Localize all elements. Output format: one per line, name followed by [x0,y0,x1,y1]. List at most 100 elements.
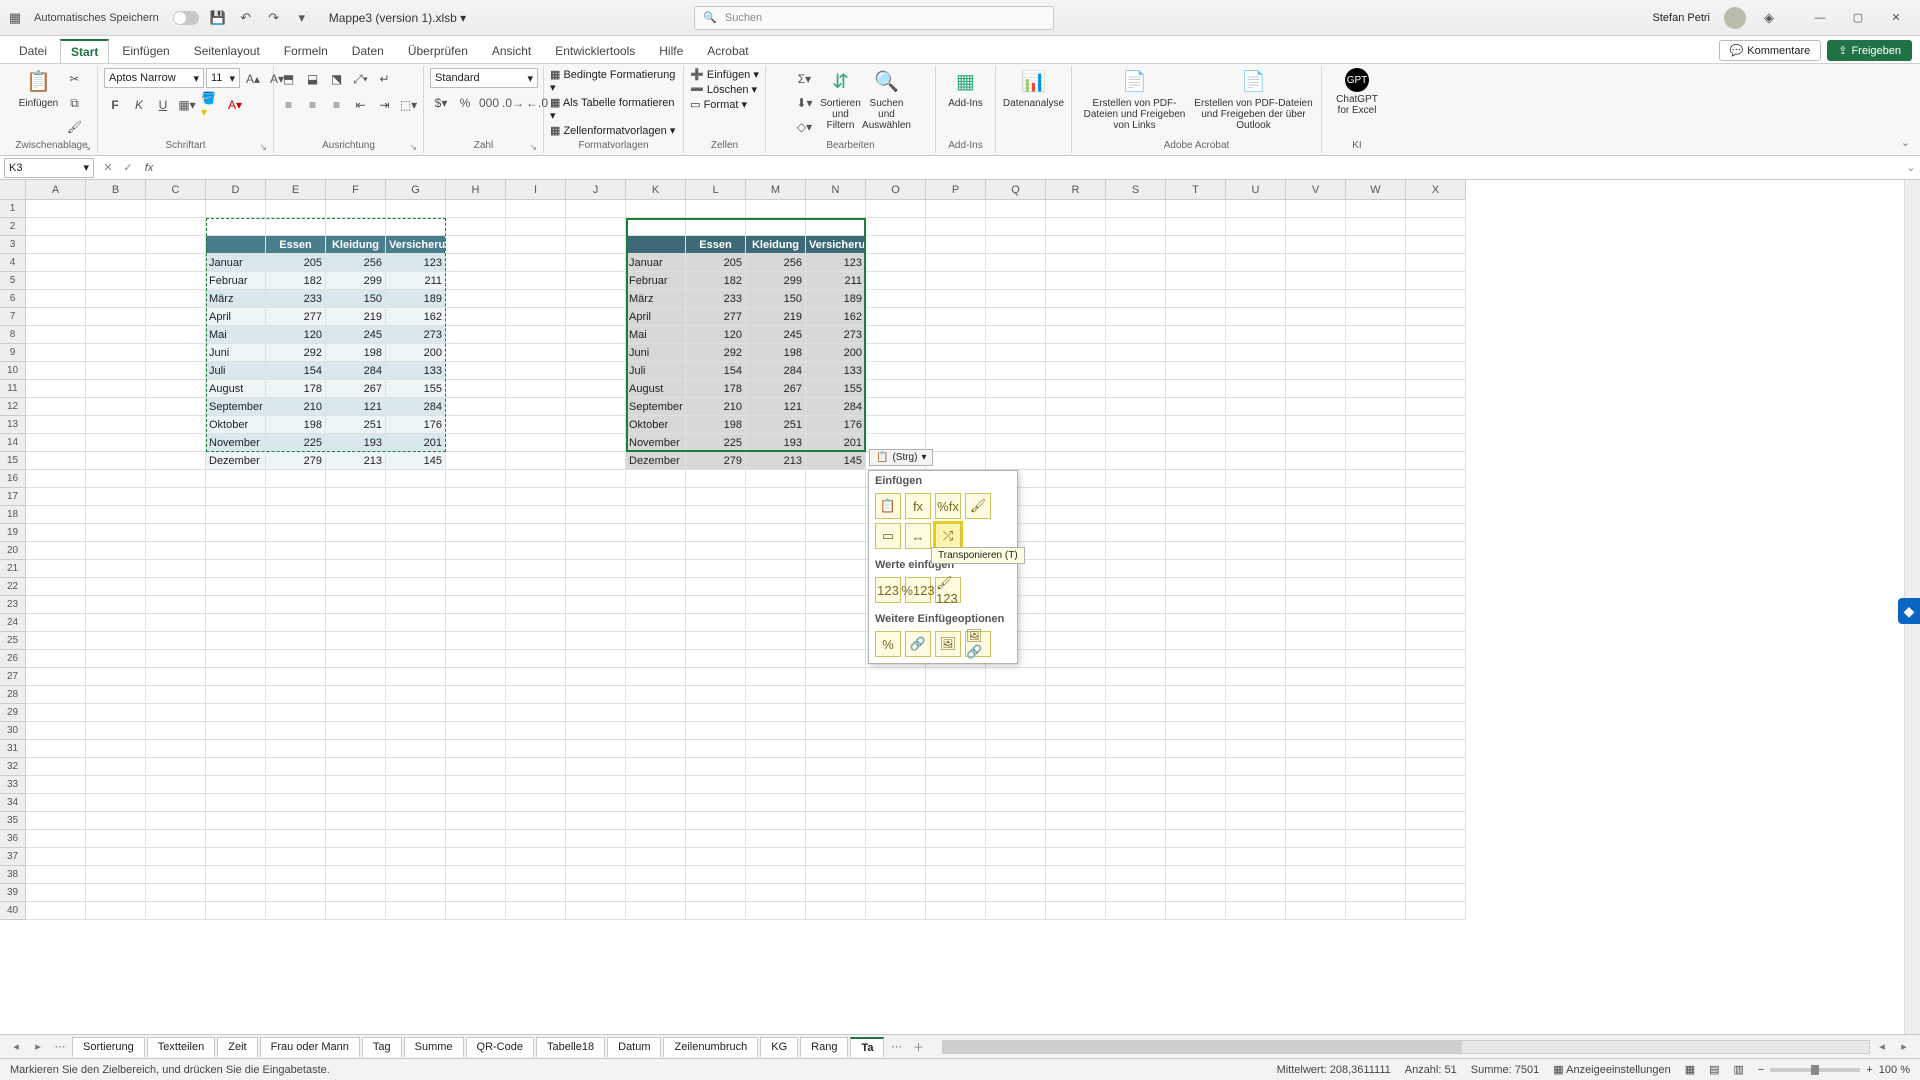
cell[interactable] [146,650,206,668]
row-header[interactable]: 40 [0,902,26,920]
cell[interactable] [986,866,1046,884]
cell[interactable] [1046,830,1106,848]
cell[interactable] [326,722,386,740]
cell[interactable] [506,506,566,524]
row-header[interactable]: 34 [0,794,26,812]
cell[interactable]: November [206,434,266,452]
cell[interactable] [266,884,326,902]
cell[interactable] [1106,344,1166,362]
cell[interactable] [986,668,1046,686]
cell[interactable] [1346,542,1406,560]
enter-formula-icon[interactable]: ✓ [118,161,138,174]
cell[interactable] [1166,578,1226,596]
name-box[interactable]: K3▾ [4,158,94,178]
cell[interactable]: März [626,290,686,308]
pdf-share-link-button[interactable]: 📄Erstellen von PDF-Dateien und Freigeben… [1080,68,1190,131]
cell[interactable]: Essen [266,236,326,254]
row-header[interactable]: 5 [0,272,26,290]
cell[interactable] [26,434,86,452]
cell[interactable] [1346,668,1406,686]
cell[interactable]: 233 [686,290,746,308]
align-right-icon[interactable]: ≡ [326,94,348,116]
row-header[interactable]: 28 [0,686,26,704]
cell[interactable] [146,704,206,722]
cell[interactable] [1226,578,1286,596]
cell[interactable] [446,614,506,632]
cell[interactable] [986,758,1046,776]
cell[interactable] [86,434,146,452]
cell[interactable] [986,218,1046,236]
cell[interactable] [26,362,86,380]
cell[interactable] [26,524,86,542]
cell[interactable] [926,200,986,218]
cell[interactable] [626,632,686,650]
cell[interactable] [1106,560,1166,578]
cell[interactable]: 193 [326,434,386,452]
cell[interactable] [686,632,746,650]
row-header[interactable]: 17 [0,488,26,506]
cell[interactable] [626,542,686,560]
cell[interactable] [26,884,86,902]
cell[interactable] [1226,290,1286,308]
cell[interactable] [1226,848,1286,866]
cell[interactable] [926,434,986,452]
cell[interactable] [806,506,866,524]
cell[interactable] [806,884,866,902]
cell[interactable] [1346,344,1406,362]
cell[interactable]: 284 [746,362,806,380]
cell[interactable]: 284 [806,398,866,416]
cell[interactable] [206,848,266,866]
cell[interactable] [566,884,626,902]
cell[interactable] [86,614,146,632]
cell[interactable] [746,740,806,758]
side-panel-toggle[interactable]: ◆ [1898,598,1920,624]
cell[interactable] [146,272,206,290]
cell[interactable] [686,200,746,218]
cell[interactable] [1106,542,1166,560]
cell[interactable] [206,614,266,632]
cell[interactable] [26,758,86,776]
cell[interactable]: 245 [326,326,386,344]
row-header[interactable]: 38 [0,866,26,884]
cell[interactable] [446,452,506,470]
cell[interactable] [1166,542,1226,560]
cell[interactable] [1406,866,1466,884]
cell[interactable] [506,812,566,830]
cell[interactable] [446,200,506,218]
paste-formulas-number-icon[interactable]: %fx [935,493,961,519]
cell[interactable] [1286,308,1346,326]
cell[interactable] [86,578,146,596]
cell[interactable] [566,866,626,884]
sheet-tab[interactable]: Textteilen [147,1037,215,1057]
row-header[interactable]: 11 [0,380,26,398]
cell[interactable] [746,812,806,830]
col-header[interactable]: B [86,180,146,200]
cell[interactable] [566,668,626,686]
sheet-tab[interactable]: Zeilenumbruch [663,1037,758,1057]
cell[interactable] [1166,704,1226,722]
cell[interactable] [1106,740,1166,758]
find-select-button[interactable]: 🔍Suchen und Auswählen [866,68,908,131]
fill-color-icon[interactable]: 🪣▾ [200,94,222,116]
cell[interactable] [626,560,686,578]
cell[interactable] [386,812,446,830]
cell[interactable] [1346,848,1406,866]
cell[interactable] [1106,830,1166,848]
cell[interactable] [926,362,986,380]
cell[interactable]: 210 [266,398,326,416]
cell[interactable] [1226,218,1286,236]
cell[interactable] [1406,506,1466,524]
cell[interactable] [746,650,806,668]
cell[interactable] [446,830,506,848]
cell[interactable] [1406,848,1466,866]
cell[interactable] [566,236,626,254]
filename[interactable]: Mappe3 (version 1).xlsb ▾ [329,11,466,25]
cell[interactable] [566,380,626,398]
cell[interactable] [1166,200,1226,218]
cell[interactable] [1346,452,1406,470]
cell[interactable] [1406,578,1466,596]
cell[interactable] [146,614,206,632]
cell[interactable] [746,200,806,218]
comma-icon[interactable]: 000 [478,92,500,114]
cell[interactable] [146,794,206,812]
